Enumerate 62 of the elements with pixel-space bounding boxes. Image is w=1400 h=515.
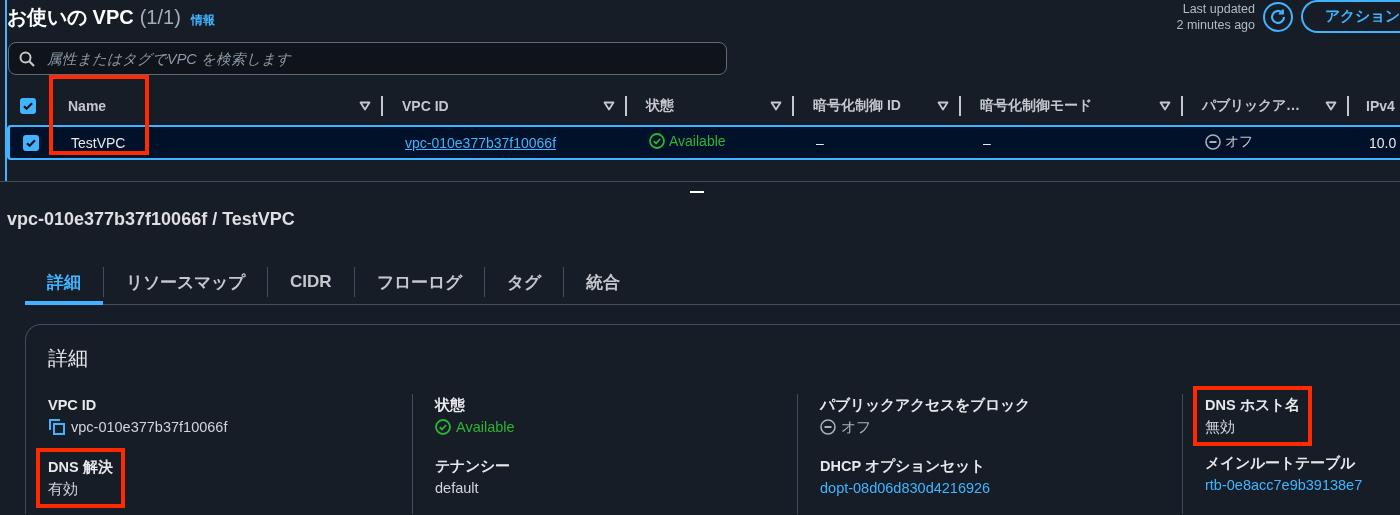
- field-value: default: [435, 480, 479, 496]
- column-header[interactable]: パブリックア…: [1202, 97, 1325, 115]
- tab[interactable]: 詳細: [25, 260, 103, 305]
- minus-circle-icon: [820, 419, 836, 435]
- copy-icon[interactable]: [48, 418, 66, 436]
- field-value: vpc-010e377b37f10066f: [71, 418, 228, 437]
- field-value: 無効: [1205, 419, 1235, 435]
- table-cell: –: [816, 134, 824, 151]
- sort-caret-icon[interactable]: [603, 101, 615, 111]
- check-circle-icon: [649, 133, 665, 149]
- info-link[interactable]: 情報: [190, 12, 215, 29]
- item-count: (1/1): [139, 6, 181, 29]
- section-title: 詳細: [48, 346, 89, 371]
- status-text: オフ: [1225, 132, 1253, 151]
- field-value: 有効: [48, 481, 78, 497]
- vpc-id-link[interactable]: vpc-010e377b37f10066f: [405, 134, 557, 151]
- field-label: 状態: [435, 396, 466, 415]
- details-title: vpc-010e377b37f10066f / TestVPC: [7, 209, 296, 230]
- checkbox[interactable]: [20, 98, 36, 114]
- status-text: Available: [456, 418, 515, 437]
- table-cell: TestVPC: [71, 134, 126, 151]
- field-label: メインルートテーブル: [1205, 454, 1356, 473]
- check-circle-icon: [435, 419, 451, 435]
- column-header[interactable]: 状態: [646, 97, 770, 115]
- field-label: VPC ID: [48, 396, 98, 415]
- refresh-button[interactable]: [1263, 1, 1293, 32]
- status-text: オフ: [841, 418, 871, 437]
- sort-caret-icon[interactable]: [1159, 101, 1171, 111]
- table-cell: 10.0: [1369, 134, 1397, 151]
- column-header[interactable]: Name: [68, 98, 359, 114]
- refresh-icon: [1269, 7, 1287, 26]
- field-label: テナンシー: [435, 457, 510, 476]
- tab[interactable]: CIDR: [268, 260, 354, 304]
- sort-caret-icon[interactable]: [770, 101, 782, 111]
- sort-caret-icon[interactable]: [359, 101, 371, 111]
- sort-caret-icon[interactable]: [937, 101, 949, 111]
- field-label: DNS 解決: [48, 458, 113, 477]
- column-header[interactable]: 暗号化制御 ID: [813, 97, 937, 115]
- table-row[interactable]: TestVPC vpc-010e377b37f10066f Available – – オフ 10.0: [7, 125, 1400, 160]
- actions-button[interactable]: アクション: [1301, 0, 1400, 33]
- status-text: Available: [669, 133, 726, 149]
- minus-circle-icon: [1205, 133, 1221, 150]
- page-title: お使いの VPC: [7, 5, 134, 30]
- resource-link[interactable]: dopt-08d06d830d4216926: [820, 480, 991, 496]
- field-label: DHCP オプションセット: [820, 457, 986, 476]
- checkbox[interactable]: [23, 134, 39, 151]
- tab[interactable]: フローログ: [354, 260, 484, 304]
- tab[interactable]: タグ: [484, 260, 563, 304]
- column-header[interactable]: IPv4: [1366, 98, 1400, 114]
- column-header[interactable]: VPC ID: [402, 98, 603, 114]
- resource-link[interactable]: rtb-0e8acc7e9b39138e7: [1205, 477, 1363, 493]
- column-header[interactable]: 暗号化制御モード: [980, 97, 1159, 115]
- field-label: パブリックアクセスをブロック: [820, 396, 1030, 415]
- field-label: DNS ホスト名: [1205, 396, 1300, 415]
- drag-handle-icon[interactable]: [690, 191, 704, 193]
- last-updated-text: Last updated: [1181, 0, 1255, 17]
- tab[interactable]: 統合: [563, 260, 642, 304]
- table-cell: –: [983, 134, 991, 151]
- last-updated-text: 2 minutes ago: [1176, 16, 1255, 33]
- search-field[interactable]: 属性またはタグでVPC を検索します: [8, 42, 727, 75]
- tab[interactable]: リソースマップ: [104, 260, 267, 304]
- sort-caret-icon[interactable]: [1325, 101, 1337, 111]
